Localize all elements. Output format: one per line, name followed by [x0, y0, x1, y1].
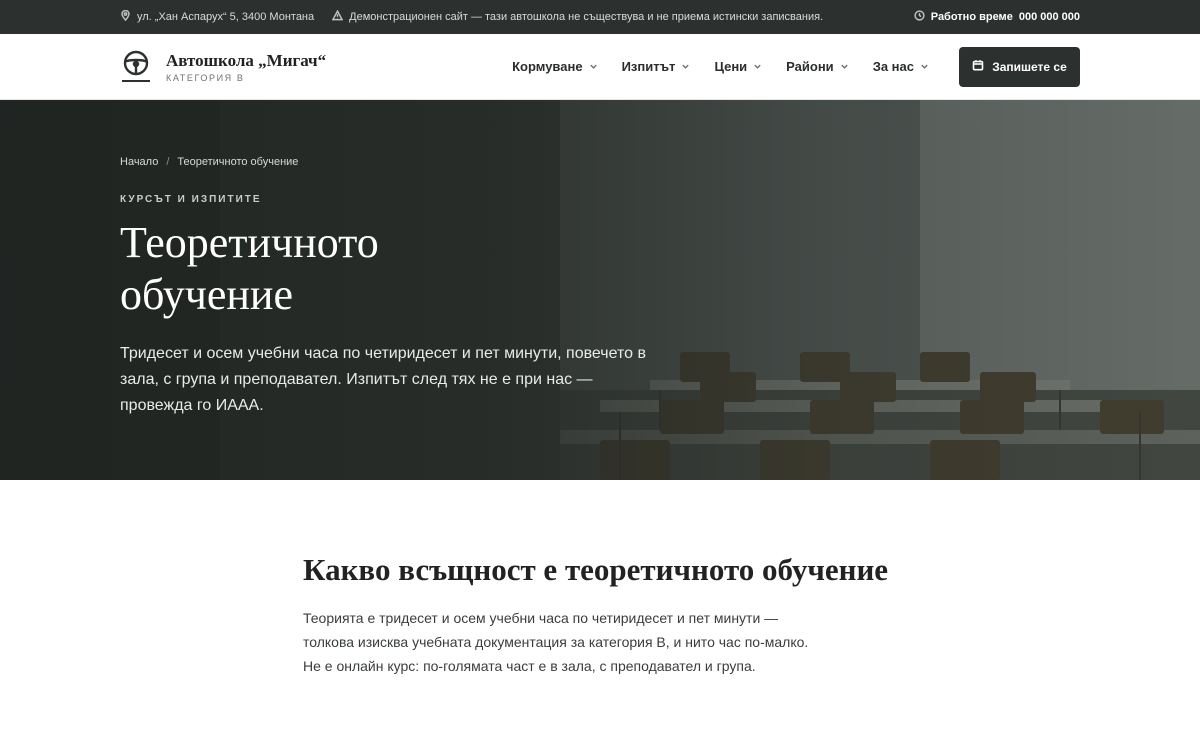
steering-wheel-logo — [120, 49, 152, 85]
chevron-down-icon — [920, 59, 929, 74]
demo-notice-text: Демонстрационен сайт — тази автошкола не… — [349, 11, 824, 23]
working-hours-label: Работно време — [930, 11, 1013, 23]
nav-item-prices[interactable]: Цени — [714, 59, 762, 74]
page-title: Теоретичното обучение — [120, 217, 680, 321]
enroll-button-label: Запишете се — [992, 59, 1067, 74]
location-pin-icon — [120, 9, 131, 24]
breadcrumb: Начало / Теоретичното обучение — [120, 156, 680, 168]
top-info-bar: ул. „Хан Аспарух“ 5, 3400 Монтана Демонс… — [0, 0, 1200, 34]
chevron-down-icon — [753, 59, 762, 74]
address-item: ул. „Хан Аспарух“ 5, 3400 Монтана — [120, 9, 315, 24]
hero-banner: Начало / Теоретичното обучение КУРСЪТ И … — [0, 100, 1200, 480]
phone-number[interactable]: 000 000 000 — [1019, 11, 1080, 23]
brand-link[interactable]: Автошкола „Мигач“ КАТЕГОРИЯ В — [120, 49, 326, 85]
chevron-down-icon — [681, 59, 690, 74]
nav-item-about[interactable]: За нас — [873, 59, 929, 74]
site-header: Автошкола „Мигач“ КАТЕГОРИЯ В Кормуване … — [0, 34, 1200, 100]
nav-item-exam[interactable]: Изпитът — [622, 59, 691, 74]
main-content: Какво всъщност е теоретичното обучение Т… — [0, 552, 1200, 678]
breadcrumb-separator: / — [166, 156, 170, 168]
warning-icon — [331, 9, 344, 24]
working-hours: Работно време 000 000 000 — [914, 10, 1080, 24]
nav-label: Райони — [786, 59, 834, 74]
demo-notice: Демонстрационен сайт — тази автошкола не… — [331, 9, 824, 24]
calendar-icon — [972, 59, 984, 74]
nav-label: Цени — [714, 59, 748, 74]
nav-label: За нас — [872, 59, 914, 74]
nav-label: Кормуване — [512, 59, 583, 74]
page-title-line-1: Теоретичното — [120, 218, 379, 267]
section-heading: Какво всъщност е теоретичното обучение — [303, 552, 889, 587]
chevron-down-icon — [589, 59, 598, 74]
hero-lead: Тридесет и осем учебни часа по четиридес… — [120, 345, 646, 414]
main-nav: Кормуване Изпитът Цени Райони За нас Зап… — [488, 46, 1080, 87]
section-paragraph: Теорията е тридесет и осем учебни часа п… — [303, 610, 809, 674]
nav-item-regions[interactable]: Райони — [786, 59, 849, 74]
nav-item-driving[interactable]: Кормуване — [512, 59, 597, 74]
brand-name: Автошкола „Мигач“ — [166, 50, 327, 70]
address-text: ул. „Хан Аспарух“ 5, 3400 Монтана — [137, 11, 315, 23]
breadcrumb-home[interactable]: Начало — [120, 156, 158, 168]
page-title-line-2: обучение — [120, 270, 293, 319]
nav-label: Изпитът — [621, 59, 676, 74]
enroll-button[interactable]: Запишете се — [959, 46, 1080, 87]
breadcrumb-current: Теоретичното обучение — [177, 156, 299, 168]
hero-eyebrow: КУРСЪТ И ИЗПИТИТЕ — [120, 194, 262, 205]
chevron-down-icon — [840, 59, 849, 74]
clock-icon — [914, 10, 925, 24]
brand-subtitle: КАТЕГОРИЯ В — [166, 72, 245, 83]
